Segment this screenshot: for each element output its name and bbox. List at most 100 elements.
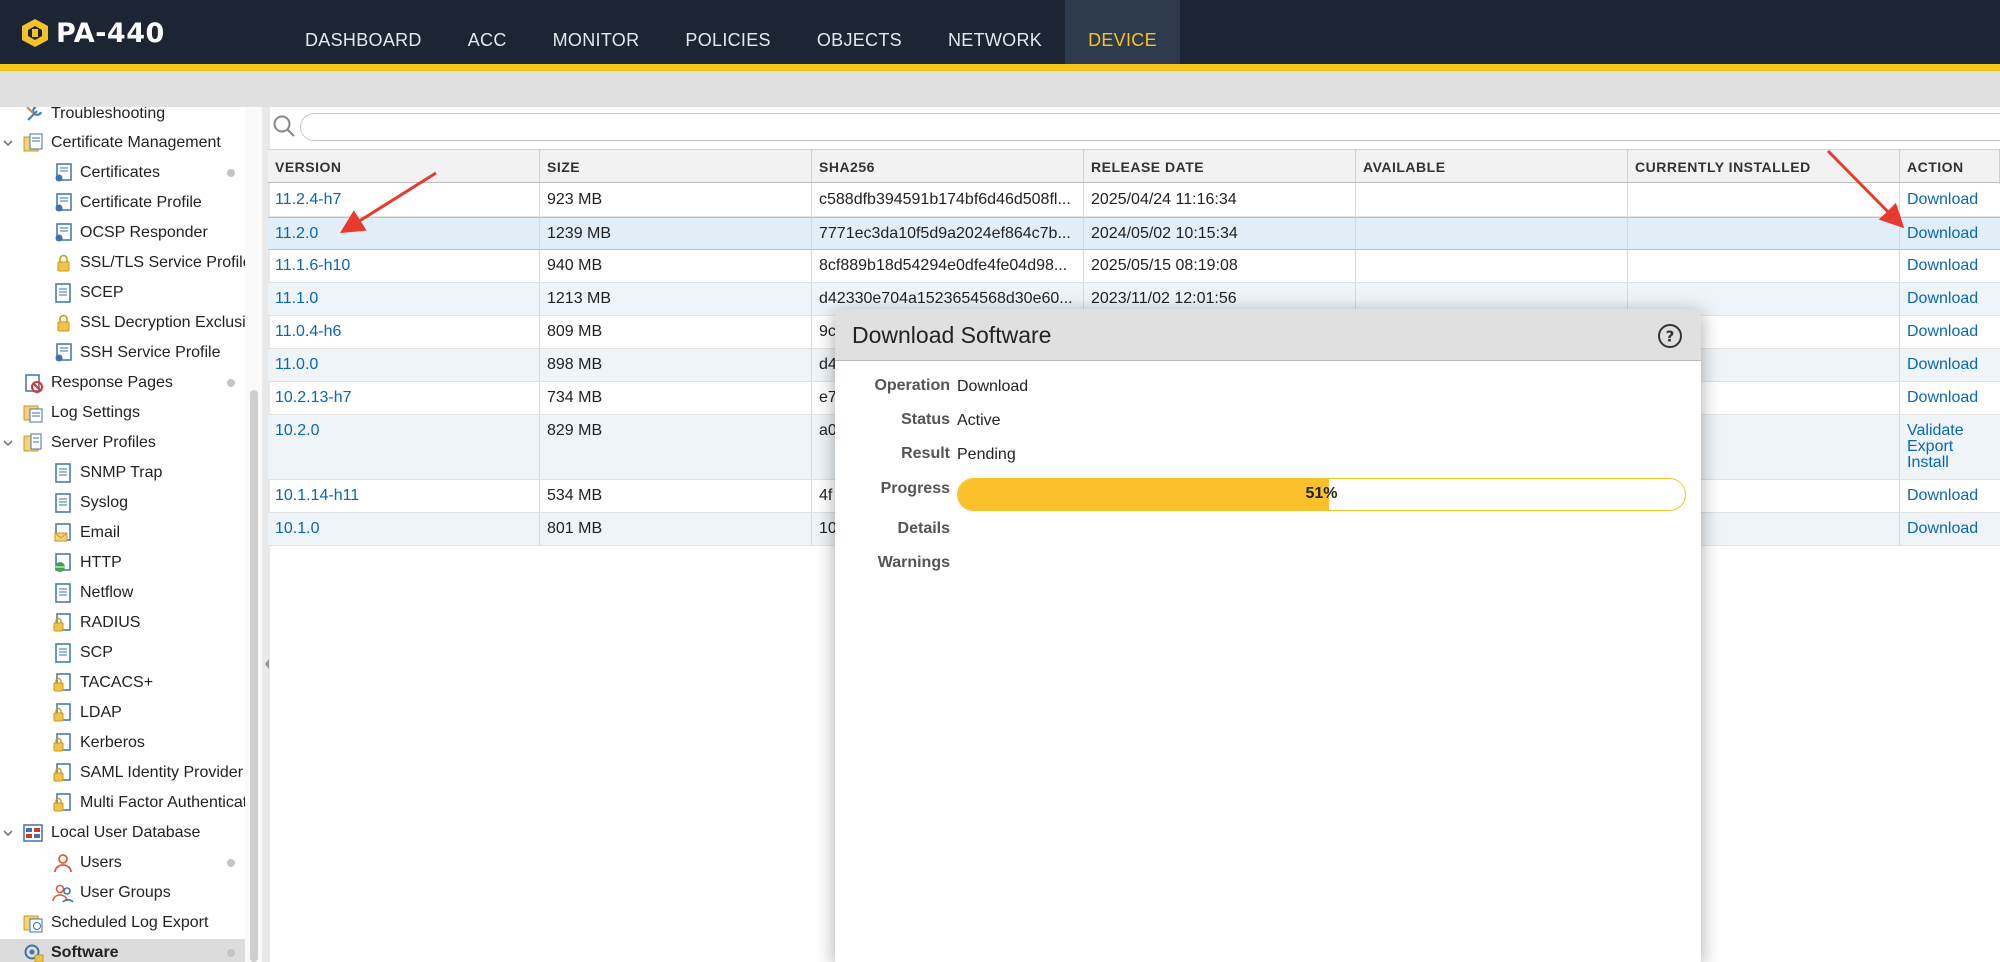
- log-settings-icon: [23, 405, 43, 423]
- lock-document-icon: [53, 793, 71, 812]
- sidebar-item-ssh-service-profile[interactable]: SSH Service Profile: [52, 339, 221, 367]
- install-link[interactable]: Install: [1907, 455, 2000, 471]
- sidebar-item-ldap[interactable]: LDAP: [52, 699, 122, 727]
- operation-label: Operation: [874, 377, 950, 394]
- sidebar-item-troubleshooting[interactable]: Troubleshooting: [23, 107, 165, 128]
- column-header-version[interactable]: VERSION: [268, 150, 540, 184]
- sidebar-item-multi-factor-authenticat[interactable]: Multi Factor Authenticat: [52, 789, 247, 817]
- lock-document-icon: [53, 763, 71, 782]
- sidebar-item-users[interactable]: Users: [52, 849, 122, 877]
- download-link[interactable]: Download: [1900, 218, 2000, 249]
- sidebar-item-tacacs[interactable]: TACACS+: [52, 669, 153, 697]
- progress-label: Progress: [880, 480, 950, 497]
- sidebar-item-scheduled-log-export[interactable]: Scheduled Log Export: [23, 909, 208, 937]
- version-link[interactable]: 11.0.0: [268, 349, 540, 381]
- version-link[interactable]: 10.1.14-h11: [268, 480, 540, 512]
- sidebar-item-log-settings[interactable]: Log Settings: [23, 399, 140, 427]
- sidebar-item-radius[interactable]: RADIUS: [52, 609, 140, 637]
- sidebar-item-label: Netflow: [80, 584, 134, 601]
- sidebar-item-http[interactable]: HTTP: [52, 549, 122, 577]
- sidebar-item-label: SAML Identity Provider: [80, 764, 244, 781]
- nav-tab-device[interactable]: DEVICE: [1065, 0, 1180, 64]
- sidebar-item-label: Certificate Management: [51, 134, 221, 151]
- sidebar-item-label: Log Settings: [51, 404, 140, 421]
- download-link[interactable]: Download: [1900, 283, 2000, 315]
- sidebar-item-scep[interactable]: SCEP: [52, 279, 124, 307]
- sidebar-item-certificate-profile[interactable]: Certificate Profile: [52, 189, 202, 217]
- sidebar-item-label: Local User Database: [51, 824, 201, 841]
- column-header-available[interactable]: AVAILABLE: [1356, 150, 1628, 184]
- download-link[interactable]: Download: [1900, 316, 2000, 348]
- download-link[interactable]: Download: [1900, 513, 2000, 545]
- sidebar-scrollbar[interactable]: [250, 390, 258, 962]
- sidebar-item-label: SNMP Trap: [80, 464, 163, 481]
- column-header-action[interactable]: ACTION: [1900, 150, 2000, 184]
- table-row[interactable]: 11.2.0 1239 MB 7771ec3da10f5d9a2024ef864c7…: [268, 217, 2000, 250]
- version-link[interactable]: 11.2.4-h7: [268, 184, 540, 216]
- search-input[interactable]: [300, 113, 2000, 141]
- user-group-icon: [52, 884, 74, 903]
- device-name: PA-440: [56, 17, 165, 49]
- sidebar-item-local-user-database[interactable]: Local User Database: [23, 819, 200, 847]
- nav-tab-policies[interactable]: POLICIES: [662, 0, 793, 64]
- table-header: VERSION SIZE SHA256 RELEASE DATE AVAILABLE CU…: [268, 149, 2000, 184]
- sidebar-item-software[interactable]: Software: [0, 939, 245, 962]
- nav-tab-network[interactable]: NETWORK: [925, 0, 1065, 64]
- column-header-size[interactable]: SIZE: [540, 150, 812, 184]
- help-icon[interactable]: ?: [1657, 323, 1683, 349]
- version-link[interactable]: 11.1.0: [268, 283, 540, 315]
- user-icon: [54, 854, 72, 873]
- version-link[interactable]: 10.2.13-h7: [268, 382, 540, 414]
- lock-icon: [57, 314, 70, 332]
- download-link[interactable]: Download: [1900, 480, 2000, 512]
- sidebar-item-scp[interactable]: SCP: [52, 639, 113, 667]
- sidebar-item-ssl-decryption-exclusio[interactable]: SSL Decryption Exclusio: [52, 309, 255, 337]
- column-header-release-date[interactable]: RELEASE DATE: [1084, 150, 1356, 184]
- sidebar-item-syslog[interactable]: Syslog: [52, 489, 128, 517]
- sidebar-item-netflow[interactable]: Netflow: [52, 579, 133, 607]
- export-link[interactable]: Export: [1907, 439, 2000, 455]
- sidebar-item-label: Users: [80, 854, 122, 871]
- status-label: Status: [901, 411, 950, 428]
- logo-icon: [22, 19, 48, 47]
- expand-chevron-icon[interactable]: [2, 827, 14, 839]
- expand-chevron-icon[interactable]: [2, 137, 14, 149]
- column-header-sha256[interactable]: SHA256: [812, 150, 1084, 184]
- nav-tab-monitor[interactable]: MONITOR: [530, 0, 663, 64]
- expand-chevron-icon[interactable]: [2, 437, 14, 449]
- nav-tab-acc[interactable]: ACC: [445, 0, 530, 64]
- nav-tab-dashboard[interactable]: DASHBOARD: [282, 0, 445, 64]
- download-link[interactable]: Download: [1900, 349, 2000, 381]
- version-link[interactable]: 10.2.0: [268, 415, 540, 479]
- document-icon: [55, 283, 71, 303]
- sidebar-item-server-profiles[interactable]: Server Profiles: [23, 429, 156, 457]
- sidebar-item-email[interactable]: Email: [52, 519, 120, 547]
- table-row[interactable]: 11.1.6-h10 940 MB 8cf889b18d54294e0dfe4fe0…: [268, 250, 2000, 283]
- sidebar-item-certificate-management[interactable]: Certificate Management: [23, 129, 221, 157]
- sidebar-item-ssl-tls-service-profile[interactable]: SSL/TLS Service Profile: [52, 249, 252, 277]
- download-link[interactable]: Download: [1900, 382, 2000, 414]
- sidebar-item-label: SSL Decryption Exclusio: [80, 314, 255, 331]
- download-link[interactable]: Download: [1900, 184, 2000, 216]
- sidebar-item-saml-identity-provider[interactable]: SAML Identity Provider: [52, 759, 243, 787]
- validate-link[interactable]: Validate: [1907, 423, 2000, 439]
- software-icon: [24, 944, 44, 962]
- table-row[interactable]: 11.2.4-h7 923 MB c588dfb394591b174bf6d46d5…: [268, 184, 2000, 217]
- sidebar-item-snmp-trap[interactable]: SNMP Trap: [52, 459, 162, 487]
- version-link[interactable]: 11.0.4-h6: [268, 316, 540, 348]
- column-header-currently-installed[interactable]: CURRENTLY INSTALLED: [1628, 150, 1900, 184]
- sidebar-item-user-groups[interactable]: User Groups: [52, 879, 171, 907]
- version-link[interactable]: 11.1.6-h10: [268, 250, 540, 282]
- sidebar-item-kerberos[interactable]: Kerberos: [52, 729, 145, 757]
- certificate-icon: [55, 193, 72, 212]
- download-link[interactable]: Download: [1900, 250, 2000, 282]
- nav-tab-objects[interactable]: OBJECTS: [794, 0, 925, 64]
- sidebar-item-response-pages[interactable]: Response Pages: [23, 369, 173, 397]
- sidebar-item-certificates[interactable]: Certificates: [52, 159, 160, 187]
- sidebar-item-ocsp-responder[interactable]: OCSP Responder: [52, 219, 208, 247]
- version-link[interactable]: 11.2.0: [268, 218, 540, 249]
- version-link[interactable]: 10.1.0: [268, 513, 540, 545]
- main-nav: DASHBOARD ACC MONITOR POLICIES OBJECTS NETWOR…: [282, 0, 1180, 64]
- certificate-icon: [55, 223, 72, 242]
- svg-text:?: ?: [1666, 328, 1675, 346]
